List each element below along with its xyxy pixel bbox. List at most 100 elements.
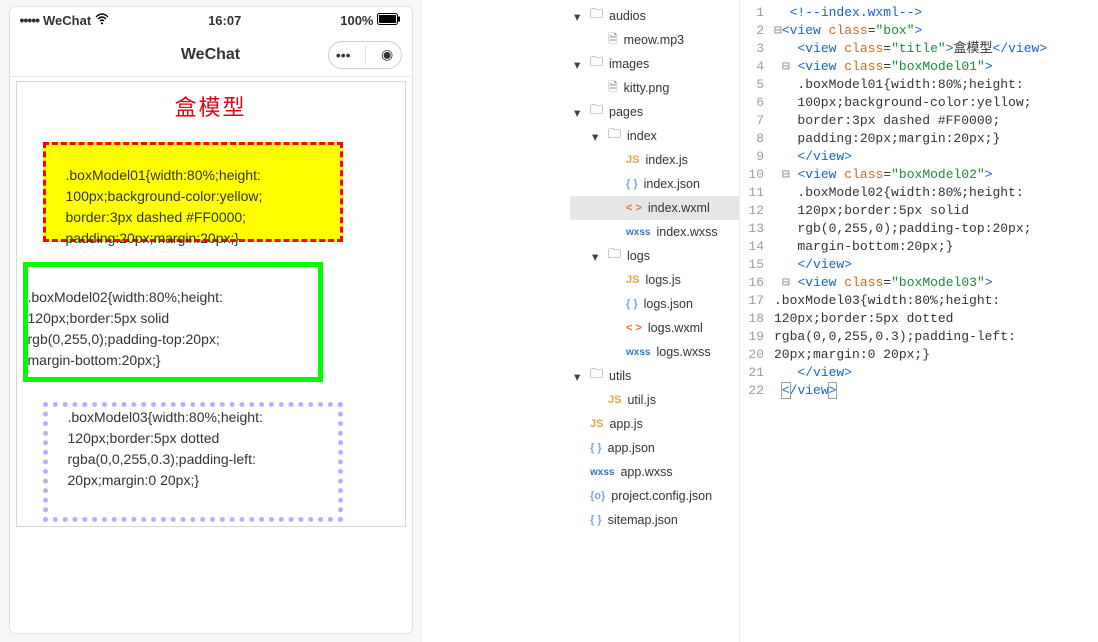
code-line[interactable]: 20px;margin:0 20px;} [774,346,1098,364]
code-line[interactable]: </view> [774,256,1098,274]
tree-file[interactable]: 🗎kitty.png [570,76,739,100]
folder-icon: 🗀 [590,5,603,27]
code-line[interactable]: margin-bottom:20px;} [774,238,1098,256]
code-line[interactable]: <view class="title">盒模型</view> [774,40,1098,58]
code-line[interactable]: </view> [774,382,1098,400]
tree-file[interactable]: < > logs.wxml [570,316,739,340]
caret-icon[interactable]: ▾ [592,129,602,144]
code-line[interactable]: rgba(0,0,255,0.3);padding-left: [774,328,1098,346]
tree-folder[interactable]: ▾ 🗀 audios [570,4,739,28]
line-number: 9 [740,148,764,166]
json-file-icon: { } [626,298,638,310]
close-miniprogram-icon[interactable]: ◉ [381,46,393,63]
line-number: 13 [740,220,764,238]
code-line[interactable]: padding:20px;margin:20px;} [774,130,1098,148]
capsule-group: ••• ◉ [328,41,402,69]
code-line[interactable]: ⊟ <view class="boxModel03"> [774,274,1098,292]
tree-folder[interactable]: ▾🗀images [570,52,739,76]
more-icon[interactable]: ••• [336,47,351,63]
tree-file[interactable]: wxsslogs.wxss [570,340,739,364]
tree-file[interactable]: 🗎meow.mp3 [570,28,739,52]
tree-folder[interactable]: ▾🗀utils [570,364,739,388]
code-line[interactable]: </view> [774,364,1098,382]
tree-item-label: logs.wxml [648,321,703,335]
tree-file[interactable]: wxssindex.wxss [570,220,739,244]
tree-item-label: images [609,57,649,71]
tree-item-label: utils [609,369,631,383]
wxml-file-icon: < > [626,202,642,214]
tree-item-label: app.js [609,417,642,431]
tree-folder[interactable]: ▾🗀pages [570,100,739,124]
code-line[interactable]: ⊟ <view class="boxModel02"> [774,166,1098,184]
tree-item-label: app.wxss [620,465,672,479]
line-number: 16 [740,274,764,292]
phone-frame: ••••• WeChat 16:07 100% WeChat ••• ◉ [9,6,413,634]
tree-file[interactable]: JSapp.js [570,412,739,436]
code-line[interactable]: </view> [774,148,1098,166]
line-number: 22 [740,382,764,400]
folder-icon: 🗀 [590,101,603,123]
js-file-icon: JS [626,274,639,286]
tree-folder[interactable]: ▾ 🗀 index [570,124,739,148]
file-tree[interactable]: ▾🗀audios🗎meow.mp3▾🗀images🗎kitty.png▾🗀pag… [570,0,740,642]
wxss-file-icon: wxss [626,347,650,358]
line-number: 3 [740,40,764,58]
tree-file[interactable]: JS util.js [570,388,739,412]
js-file-icon: JS [608,394,621,406]
code-editor[interactable]: 12345678910111213141516171819202122 <!--… [740,0,1098,642]
battery-icon [377,13,401,28]
line-number: 12 [740,202,764,220]
line-number: 5 [740,76,764,94]
tree-folder[interactable]: ▾🗀logs [570,244,739,268]
code-line[interactable]: .boxModel01{width:80%;height: [774,76,1098,94]
code-line[interactable]: 100px;background-color:yellow; [774,94,1098,112]
code-line[interactable]: 120px;border:5px dotted [774,310,1098,328]
status-left: ••••• WeChat [20,12,110,28]
box-model-01: .boxModel01{width:80%;height: 100px;back… [43,142,344,242]
tree-item-label: index.json [644,177,700,191]
tree-file[interactable]: { } logs.json [570,292,739,316]
editor-code[interactable]: <!--index.wxml-->⊟<view class="box"> <vi… [774,4,1098,642]
nav-title: WeChat [181,46,240,64]
code-line[interactable]: <!--index.wxml--> [774,4,1098,22]
caret-icon[interactable]: ▾ [574,9,584,24]
code-line[interactable]: .boxModel02{width:80%;height: [774,184,1098,202]
code-line[interactable]: ⊟<view class="box"> [774,22,1098,40]
page-content: 盒模型 .boxModel01{width:80%;height: 100px;… [10,77,412,547]
tree-file[interactable]: { }sitemap.json [570,508,739,532]
capsule-divider [365,46,366,64]
caret-icon[interactable]: ▾ [574,105,584,120]
tree-item-label: audios [609,9,646,23]
status-right: 100% [340,13,401,28]
tree-file[interactable]: {o}project.config.json [570,484,739,508]
tree-item-label: index.wxml [648,201,710,215]
line-number: 17 [740,292,764,310]
folder-icon: 🗀 [608,125,621,147]
code-line[interactable]: .boxModel03{width:80%;height: [774,292,1098,310]
simulator-pane: ••••• WeChat 16:07 100% WeChat ••• ◉ [0,0,422,642]
code-line[interactable]: border:3px dashed #FF0000; [774,112,1098,130]
tree-item-label: util.js [627,393,655,407]
wxml-file-icon: < > [626,322,642,334]
tree-file[interactable]: JSindex.js [570,148,739,172]
tree-item-label: index [627,129,657,143]
caret-icon[interactable]: ▾ [592,249,602,264]
caret-icon[interactable]: ▾ [574,369,584,384]
code-line[interactable]: rgb(0,255,0);padding-top:20px; [774,220,1098,238]
line-number: 2 [740,22,764,40]
box-model-03: .boxModel03{width:80%;height: 120px;bord… [43,402,344,522]
tree-file[interactable]: JSlogs.js [570,268,739,292]
tree-file[interactable]: { }app.json [570,436,739,460]
file-icon: 🗎 [608,78,618,99]
tree-file[interactable]: < > index.wxml [570,196,739,220]
code-line[interactable]: 120px;border:5px solid [774,202,1098,220]
caret-icon[interactable]: ▾ [574,57,584,72]
line-number: 8 [740,130,764,148]
tree-file[interactable]: { }index.json [570,172,739,196]
pane-gap [422,0,570,642]
tree-file[interactable]: wxssapp.wxss [570,460,739,484]
tree-item-label: logs.json [644,297,693,311]
folder-icon: 🗀 [608,245,621,267]
line-number: 21 [740,364,764,382]
code-line[interactable]: ⊟ <view class="boxModel01"> [774,58,1098,76]
